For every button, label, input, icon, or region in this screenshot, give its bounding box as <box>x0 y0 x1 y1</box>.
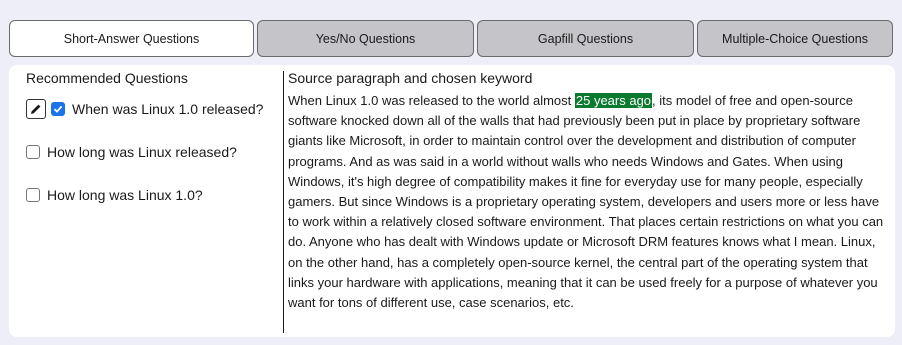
question-text: How long was Linux released? <box>47 144 237 160</box>
recommended-questions-column: Recommended Questions When was Linux 1.0… <box>26 68 286 227</box>
question-type-tabs: Short-Answer Questions Yes/No Questions … <box>9 20 895 57</box>
content-panel: Recommended Questions When was Linux 1.0… <box>9 65 895 337</box>
source-paragraph-column: Source paragraph and chosen keyword When… <box>288 68 891 313</box>
edit-question-button[interactable] <box>26 99 46 119</box>
tab-multiple-choice[interactable]: Multiple-Choice Questions <box>697 20 893 57</box>
question-item: When was Linux 1.0 released? <box>26 98 286 120</box>
question-item: How long was Linux released? <box>26 141 286 163</box>
paragraph-text-after: , its model of free and open-source soft… <box>288 93 884 311</box>
tab-gapfill[interactable]: Gapfill Questions <box>477 20 694 57</box>
chosen-keyword-highlight: 25 years ago <box>574 93 653 108</box>
question-text: When was Linux 1.0 released? <box>72 101 264 117</box>
question-checkbox[interactable] <box>51 102 65 116</box>
checkmark-icon <box>53 105 63 113</box>
question-text: How long was Linux 1.0? <box>47 187 203 203</box>
recommended-questions-heading: Recommended Questions <box>26 70 188 86</box>
tab-short-answer[interactable]: Short-Answer Questions <box>9 20 254 57</box>
paragraph-text-before: When Linux 1.0 was released to the world… <box>288 93 575 108</box>
question-list: When was Linux 1.0 released? How long wa… <box>26 98 286 206</box>
source-paragraph: When Linux 1.0 was released to the world… <box>288 91 891 313</box>
column-divider <box>283 71 284 333</box>
question-checkbox[interactable] <box>26 188 40 202</box>
pencil-icon <box>31 104 41 114</box>
question-item: How long was Linux 1.0? <box>26 184 286 206</box>
tab-yes-no[interactable]: Yes/No Questions <box>257 20 474 57</box>
question-checkbox[interactable] <box>26 145 40 159</box>
source-paragraph-heading: Source paragraph and chosen keyword <box>288 70 533 86</box>
